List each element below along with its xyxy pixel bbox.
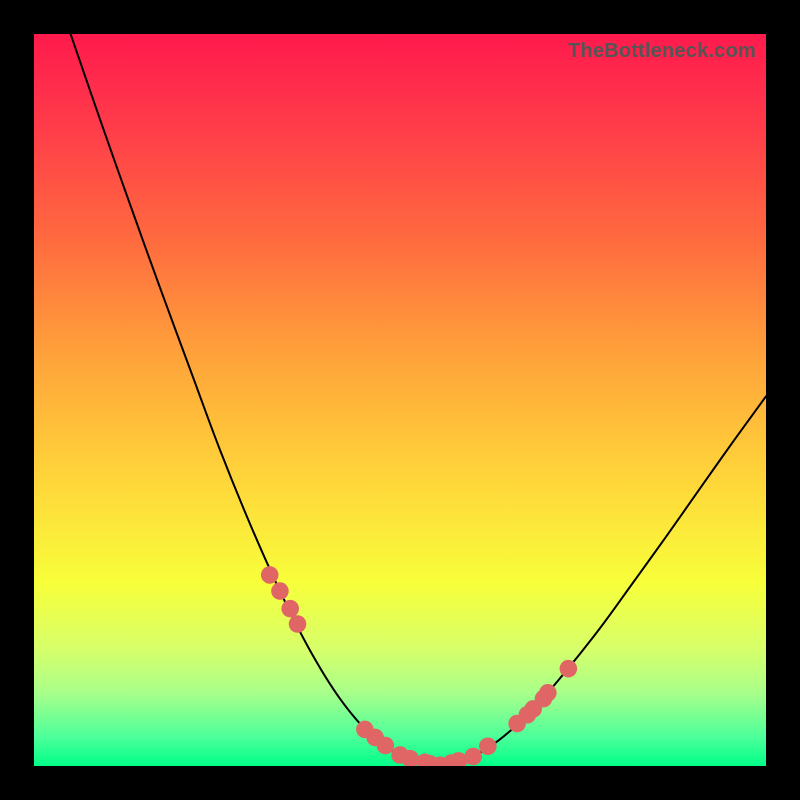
marker-dot — [271, 582, 289, 600]
chart-frame: TheBottleneck.com — [0, 0, 800, 800]
series-curve-right — [440, 396, 766, 765]
chart-svg — [34, 34, 766, 766]
marker-dot — [560, 660, 578, 678]
marker-dot — [377, 737, 395, 755]
marker-layer — [261, 566, 577, 766]
marker-dot — [464, 748, 482, 766]
series-curve-left — [71, 34, 441, 765]
marker-dot — [261, 566, 279, 584]
marker-dot — [281, 600, 299, 618]
plot-area: TheBottleneck.com — [34, 34, 766, 766]
marker-dot — [479, 737, 497, 755]
marker-dot — [450, 752, 468, 766]
curve-layer — [71, 34, 766, 765]
marker-dot — [289, 615, 307, 633]
marker-dot — [539, 684, 557, 702]
